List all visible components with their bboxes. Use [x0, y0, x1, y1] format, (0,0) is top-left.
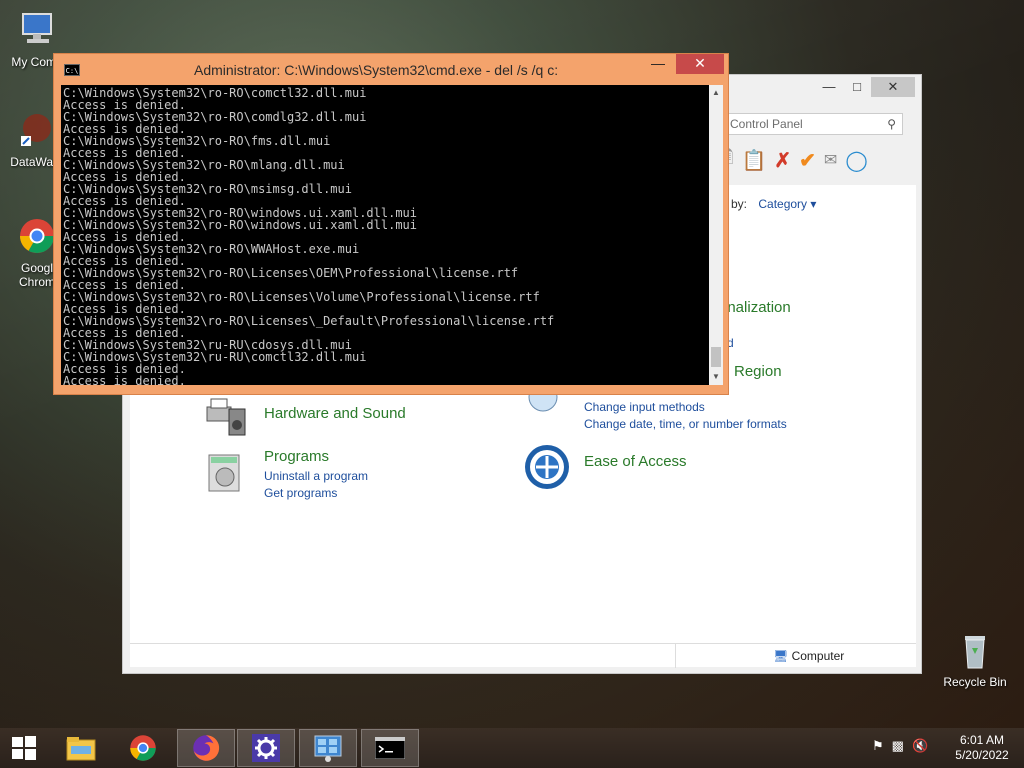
scroll-up-icon[interactable]: ▲ — [709, 85, 723, 101]
control-panel-window-controls: — □ ✕ — [815, 77, 915, 97]
network-icon[interactable]: ▩ — [892, 738, 904, 754]
clock-region-links: Change input methods Change date, time, … — [584, 399, 787, 433]
change-input-methods-link[interactable]: Change input methods — [584, 399, 787, 416]
control-panel-icon — [314, 735, 342, 762]
category-title[interactable]: Region — [734, 363, 782, 380]
taskbar-clock[interactable]: 6:01 AM 5/20/2022 — [950, 733, 1014, 763]
cmd-titlebar[interactable]: C:\ Administrator: C:\Windows\System32\c… — [54, 54, 730, 84]
taskbar-cmd[interactable] — [361, 729, 419, 767]
system-tray: ⚑ ▩ 🔇 — [872, 738, 928, 754]
control-panel-status-bar: 🖥 Computer — [130, 643, 916, 668]
cmd-app-icon[interactable]: C:\ — [64, 64, 80, 76]
category-title[interactable]: Hardware and Sound — [264, 405, 406, 422]
checkmark-icon[interactable]: ✔ — [799, 148, 816, 173]
minimize-icon[interactable]: — — [815, 77, 843, 97]
uninstall-program-link[interactable]: Uninstall a program — [264, 468, 368, 485]
terminal-icon — [375, 737, 405, 759]
taskbar-settings[interactable] — [237, 729, 295, 767]
search-icon[interactable]: ⚲ — [887, 117, 896, 131]
chrome-icon — [20, 219, 54, 253]
category-ease-of-access[interactable]: Ease of Access — [584, 453, 687, 471]
globe-icon[interactable]: ◯ — [845, 148, 867, 173]
close-icon[interactable]: ✕ — [676, 54, 724, 74]
start-button[interactable] — [0, 729, 48, 767]
view-by-dropdown[interactable]: Category ▾ — [758, 197, 816, 211]
cmd-scrollbar[interactable]: ▲ ▼ — [709, 85, 723, 385]
volume-muted-icon[interactable]: 🔇 — [912, 738, 928, 754]
chrome-icon — [130, 735, 156, 761]
scroll-down-icon[interactable]: ▼ — [709, 369, 723, 385]
console-line: Access is denied. — [63, 374, 186, 385]
control-panel-search-input[interactable]: rch Control Panel ⚲ — [703, 113, 903, 135]
delete-x-icon[interactable]: ✗ — [774, 148, 791, 173]
maximize-icon[interactable]: □ — [843, 77, 871, 97]
computer-icon — [22, 13, 52, 43]
category-title[interactable]: Programs — [264, 448, 329, 465]
gear-icon — [252, 734, 280, 762]
action-center-flag-icon[interactable]: ⚑ — [872, 738, 884, 754]
category-title[interactable]: Ease of Access — [584, 453, 687, 470]
control-panel-toolbar: 🗎 📋 ✗ ✔ ✉ ◯ — [719, 147, 868, 173]
clipboard-icon[interactable]: 📋 — [741, 148, 766, 173]
firefox-icon — [193, 735, 220, 761]
cmd-window[interactable]: C:\ Administrator: C:\Windows\System32\c… — [53, 53, 729, 395]
computer-icon: 🖥 — [773, 649, 789, 663]
category-programs[interactable]: Programs — [264, 448, 329, 466]
recycle-bin-icon — [965, 636, 985, 669]
cmd-window-title: Administrator: C:\Windows\System32\cmd.e… — [194, 62, 559, 78]
change-date-format-link[interactable]: Change date, time, or number formats — [584, 416, 787, 433]
scroll-thumb[interactable] — [711, 347, 721, 367]
status-separator — [675, 644, 676, 668]
category-clock-region[interactable]: Region — [734, 363, 782, 381]
view-by: w by: Category ▾ — [719, 197, 816, 211]
close-icon[interactable]: ✕ — [871, 77, 915, 97]
clock-date: 5/20/2022 — [955, 748, 1009, 762]
get-programs-link[interactable]: Get programs — [264, 485, 368, 502]
taskbar: ⚑ ▩ 🔇 6:01 AM 5/20/2022 — [0, 728, 1024, 768]
envelope-icon[interactable]: ✉ — [824, 150, 837, 170]
taskbar-control-panel[interactable] — [299, 729, 357, 767]
taskbar-chrome[interactable] — [114, 729, 172, 767]
clock-time: 6:01 AM — [959, 733, 1005, 747]
desktop-icon-recycle-bin[interactable]: Recycle Bin — [940, 630, 1010, 689]
datawag-icon — [21, 114, 51, 146]
cmd-console-output[interactable]: C:\Windows\System32\ro-RO\comctl32.dll.m… — [61, 85, 709, 385]
taskbar-file-explorer[interactable] — [52, 729, 110, 767]
ease-of-access-icon[interactable] — [523, 443, 571, 491]
folder-icon — [66, 737, 96, 761]
category-hardware-sound[interactable]: Hardware and Sound — [264, 405, 406, 423]
category-personalization[interactable]: onalization — [719, 299, 791, 317]
windows-logo-icon — [12, 736, 36, 760]
desktop-icon-label: Recycle Bin — [943, 675, 1007, 689]
hardware-sound-icon[interactable] — [203, 393, 251, 441]
minimize-icon[interactable]: — — [644, 54, 672, 74]
category-title[interactable]: onalization — [719, 299, 791, 316]
programs-icon[interactable] — [203, 449, 251, 497]
taskbar-firefox[interactable] — [177, 729, 235, 767]
programs-links: Uninstall a program Get programs — [264, 468, 368, 502]
status-computer: 🖥 Computer — [773, 649, 845, 663]
